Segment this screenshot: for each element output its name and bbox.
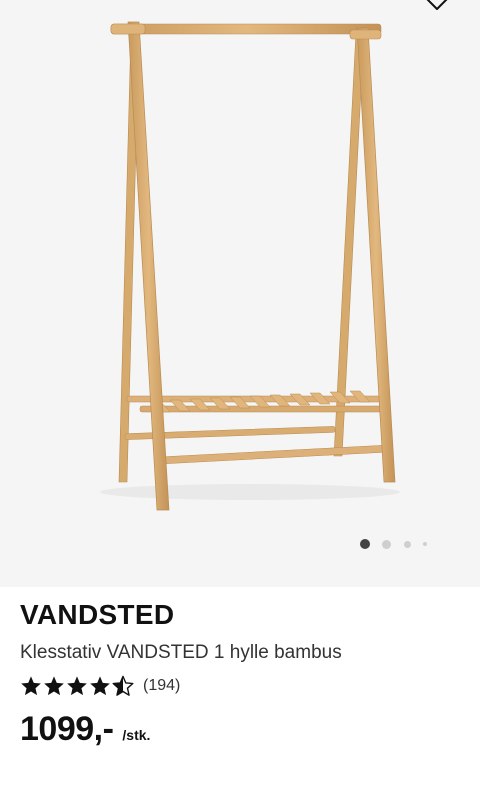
heart-icon (426, 0, 448, 10)
star-half-icon (112, 675, 134, 696)
rating-row[interactable]: (194) (20, 674, 460, 698)
price-value: 1099,- (20, 710, 114, 748)
product-image-area[interactable] (0, 0, 480, 587)
star-full-icon (67, 676, 87, 696)
carousel-dot[interactable] (382, 539, 391, 549)
star-full-icon (90, 676, 110, 696)
price-row: 1099,- /stk. (20, 710, 460, 749)
wishlist-button[interactable] (424, 0, 450, 12)
review-count[interactable]: (194) (143, 677, 180, 695)
product-name: VANDSTED (20, 599, 175, 630)
star-full-icon (44, 676, 64, 696)
carousel-dot[interactable] (404, 540, 411, 548)
star-full-icon (21, 676, 41, 696)
product-info: VANDSTED Klesstativ VANDSTED 1 hylle bam… (20, 598, 460, 749)
carousel-dot[interactable] (423, 542, 427, 546)
product-description: Klesstativ VANDSTED 1 hylle bambus (20, 642, 342, 663)
product-image[interactable] (0, 0, 480, 587)
carousel-dot-active[interactable] (360, 539, 370, 549)
image-carousel-dots (360, 537, 427, 551)
star-rating (20, 675, 134, 697)
price-unit: /stk. (122, 727, 151, 743)
